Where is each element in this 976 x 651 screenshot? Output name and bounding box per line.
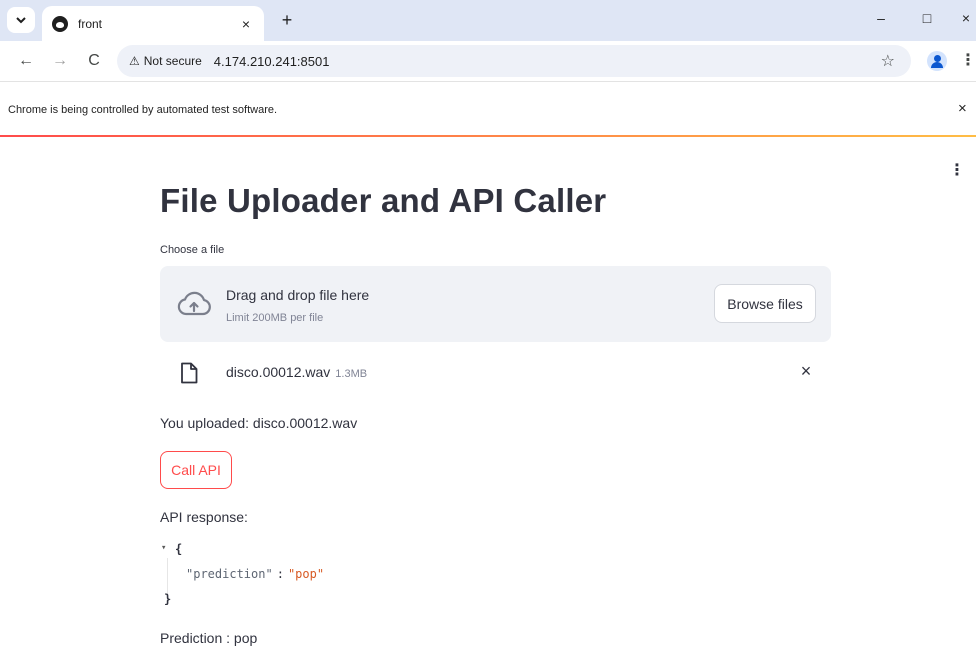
json-open-brace: { xyxy=(175,542,183,556)
json-collapse-icon[interactable]: ▾ xyxy=(161,543,166,553)
app-main-menu-icon[interactable]: ⋮ xyxy=(949,160,965,180)
browser-menu-icon[interactable]: ⋮ xyxy=(960,50,976,70)
security-status[interactable]: Not secure xyxy=(144,54,202,68)
json-value: "pop" xyxy=(287,567,325,581)
streamlit-decoration-bar xyxy=(0,135,976,137)
new-tab-button[interactable]: + xyxy=(276,9,298,31)
browser-tab[interactable]: front × xyxy=(42,6,264,41)
address-bar[interactable]: ⚠ Not secure 4.174.210.241:8501 ☆ xyxy=(117,45,911,77)
browser-tabbar: front × + – □ × xyxy=(0,0,976,41)
call-api-button[interactable]: Call API xyxy=(160,451,232,489)
file-name-text: disco.00012.wav xyxy=(226,364,331,380)
json-key: "prediction" xyxy=(186,567,273,581)
file-uploader-label: Choose a file xyxy=(160,244,225,256)
file-dropzone[interactable]: Drag and drop file here Limit 200MB per … xyxy=(160,266,831,342)
json-close-brace: } xyxy=(164,592,172,606)
prediction-text: Prediction : pop xyxy=(160,630,258,646)
file-icon xyxy=(181,362,198,384)
cloud-upload-icon xyxy=(177,291,211,316)
infobar-message: Chrome is being controlled by automated … xyxy=(8,104,278,116)
window-close-button[interactable]: × xyxy=(956,10,976,26)
reload-button[interactable]: C xyxy=(84,51,104,71)
warning-icon[interactable]: ⚠ xyxy=(129,54,140,68)
page-title: File Uploader and API Caller xyxy=(160,182,607,219)
automation-infobar: Chrome is being controlled by automated … xyxy=(0,83,976,135)
maximize-button[interactable]: □ xyxy=(917,10,937,26)
tab-close-icon[interactable]: × xyxy=(238,16,254,32)
dropzone-size-limit: Limit 200MB per file xyxy=(226,312,324,324)
api-response-label: API response: xyxy=(160,509,248,525)
dropzone-instructions: Drag and drop file here xyxy=(226,287,370,303)
remove-file-icon[interactable]: × xyxy=(796,361,816,382)
browser-toolbar: ← → C ⚠ Not secure 4.174.210.241:8501 ☆ … xyxy=(0,41,976,82)
minimize-button[interactable]: – xyxy=(871,10,891,26)
streamlit-favicon-icon xyxy=(52,15,68,32)
browse-files-button[interactable]: Browse files xyxy=(714,284,816,323)
json-colon: : xyxy=(276,567,284,581)
back-button[interactable]: ← xyxy=(16,51,36,71)
file-size: 1.3MB xyxy=(335,368,368,380)
forward-button[interactable]: → xyxy=(50,51,70,71)
uploaded-file-name: disco.00012.wav 1.3MB xyxy=(226,364,367,380)
infobar-close-icon[interactable]: × xyxy=(958,100,967,117)
json-entry: "prediction": "pop" xyxy=(186,567,324,581)
uploaded-file-item: disco.00012.wav 1.3MB × xyxy=(160,354,831,392)
bookmark-star-icon[interactable]: ☆ xyxy=(881,51,895,71)
chevron-down-icon xyxy=(16,17,26,24)
profile-avatar-icon[interactable] xyxy=(927,51,947,71)
url-text[interactable]: 4.174.210.241:8501 xyxy=(214,54,330,69)
uploaded-confirmation-text: You uploaded: disco.00012.wav xyxy=(160,415,358,431)
tab-search-button[interactable] xyxy=(7,7,35,33)
tab-title: front xyxy=(78,16,103,31)
